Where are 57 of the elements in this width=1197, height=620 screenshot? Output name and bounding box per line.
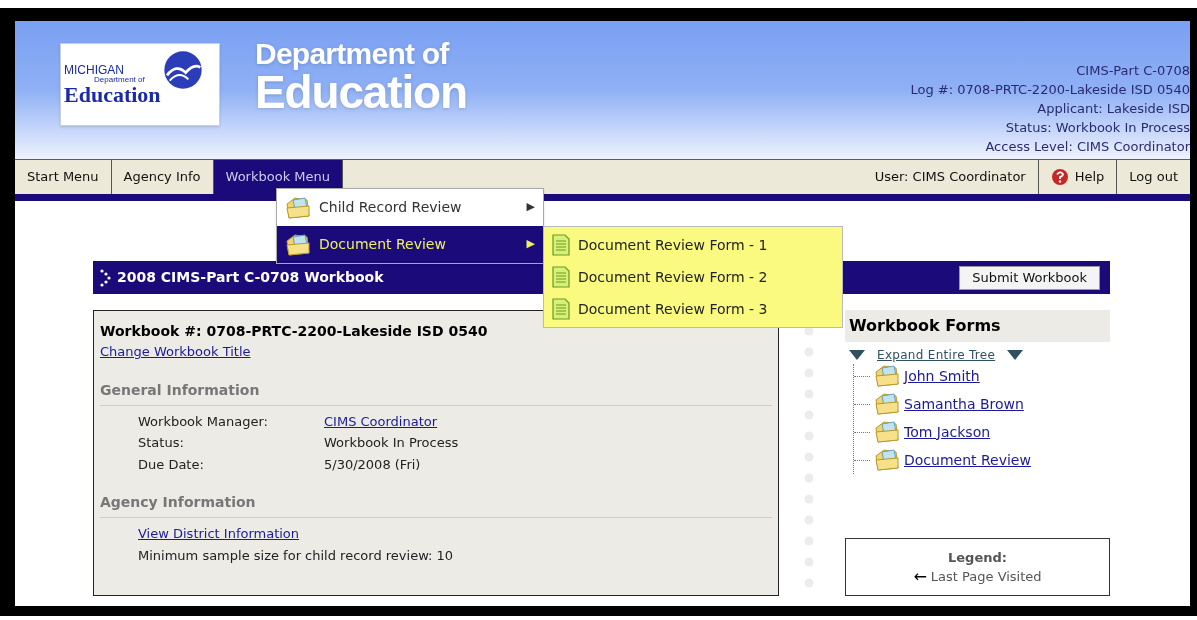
header-info: Access Level: CIMS Coordinator — [985, 138, 1190, 156]
header-title: Department of — [255, 39, 451, 69]
field-link[interactable]: CIMS Coordinator — [324, 411, 438, 431]
header-info: Log #: 0708-PRTC-2200-Lakeside ISD 0540 — [910, 81, 1190, 99]
document-icon — [552, 298, 570, 320]
submenu-item[interactable]: Document Review Form - 2 — [544, 261, 842, 293]
folder-icon — [874, 392, 900, 416]
workbook-title: 2008 CIMS-Part C-0708 Workbook — [117, 268, 384, 287]
tree-item-link[interactable]: Tom Jackson — [904, 421, 991, 443]
menu-item-label: Document Review — [319, 235, 446, 254]
header-info: Status: Workbook In Process — [1005, 119, 1190, 137]
triangle-down-icon — [1007, 350, 1024, 360]
document-icon — [552, 266, 570, 288]
legend-item: Last Page Visited — [930, 568, 1042, 586]
folder-icon — [874, 448, 900, 472]
triangle-down-icon — [849, 350, 865, 360]
logo-subtext: Department of — [94, 75, 146, 84]
field-label: Status: — [138, 434, 185, 452]
field-value: Workbook In Process — [324, 434, 459, 452]
change-title-link[interactable]: Change Workbook Title — [100, 344, 251, 359]
tree-item-link[interactable]: John Smith — [904, 365, 980, 387]
document-icon — [552, 234, 570, 256]
header-title: Education — [255, 69, 467, 115]
workbook-number: Workbook #: 0708-PRTC-2200-Lakeside ISD 0540 — [100, 322, 489, 341]
field-value: 5/30/2008 (Fri) — [324, 455, 421, 474]
tree-item-link[interactable]: Document Review — [904, 449, 1031, 471]
section-heading: General Information — [100, 379, 772, 406]
dots-arrow-icon — [99, 268, 111, 287]
folder-icon — [285, 195, 311, 220]
submit-workbook-button[interactable]: Submit Workbook — [959, 265, 1100, 290]
folder-icon — [285, 232, 311, 257]
help-icon — [1050, 168, 1069, 186]
info-text: Minimum sample size for child record review: 10 — [138, 546, 455, 565]
logo-text: MICHIGAN — [64, 63, 125, 76]
legend-title: Legend: — [948, 548, 1007, 567]
book-icon — [162, 50, 203, 90]
arrow-icon: ← — [913, 568, 927, 585]
district-info-link[interactable]: View District Information — [138, 524, 300, 544]
menu-item[interactable]: Child Record Review ▶ — [277, 189, 543, 226]
user-label: User: CIMS Coordinator — [873, 168, 1027, 187]
submenu-arrow: ▶ — [526, 236, 535, 253]
header-info: CIMS-Part C-0708 — [1076, 62, 1190, 80]
submenu-item[interactable]: Document Review Form - 3 — [544, 293, 842, 325]
folder-icon — [874, 420, 900, 444]
menu-item-label: Child Record Review — [319, 198, 462, 217]
tree-item-link[interactable]: Samantha Brown — [904, 393, 1024, 415]
field-label: Due Date: — [138, 455, 205, 474]
menu-item[interactable]: Document Review ▶ — [277, 226, 543, 263]
submenu-arrow: ▶ — [526, 199, 535, 216]
forms-heading: Workbook Forms — [845, 310, 1110, 342]
submenu-item[interactable]: Document Review Form - 1 — [544, 229, 842, 261]
logo-text: Education — [64, 83, 161, 106]
folder-icon — [874, 364, 900, 388]
section-heading: Agency Information — [100, 492, 772, 518]
header-info: Applicant: Lakeside ISD — [1037, 100, 1190, 118]
expand-tree-link[interactable]: Expand Entire Tree — [877, 346, 996, 364]
field-label: Workbook Manager: — [138, 412, 269, 431]
